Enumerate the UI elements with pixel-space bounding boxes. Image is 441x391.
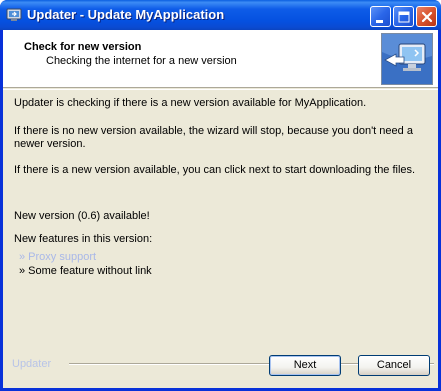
new-version-label: New version (0.6) available! xyxy=(14,210,150,222)
next-button[interactable]: Next xyxy=(269,355,341,376)
close-button[interactable] xyxy=(416,6,437,27)
maximize-button[interactable] xyxy=(393,6,414,27)
header-title: Check for new version xyxy=(24,41,142,53)
intro-paragraph: Updater is checking if there is a new ve… xyxy=(14,97,367,109)
monitor-arrow-icon xyxy=(381,33,433,85)
cancel-button[interactable]: Cancel xyxy=(358,355,430,376)
title-bar[interactable]: Updater - Update MyApplication xyxy=(0,0,441,30)
feature-item: » Some feature without link xyxy=(19,265,152,277)
header-subtitle: Checking the internet for a new version xyxy=(46,55,237,67)
header-separator xyxy=(3,89,438,90)
footer-brand-label: Updater xyxy=(12,358,52,370)
minimize-button[interactable] xyxy=(370,6,391,27)
update-available-paragraph: If there is a new version available, you… xyxy=(14,164,416,176)
close-icon xyxy=(421,11,433,23)
updater-window: Updater - Update MyApplication Check for… xyxy=(0,0,441,391)
minimize-icon xyxy=(376,20,383,23)
wizard-header: Check for new version Checking the inter… xyxy=(3,30,438,88)
updater-app-icon[interactable] xyxy=(6,7,22,23)
maximize-icon xyxy=(398,11,410,23)
feature-link-proxy-support[interactable]: » Proxy support xyxy=(19,251,96,263)
window-title: Updater - Update MyApplication xyxy=(27,7,225,22)
features-heading: New features in this version: xyxy=(14,233,153,245)
no-update-paragraph: If there is no new version available, th… xyxy=(14,125,413,150)
wizard-client-area: Check for new version Checking the inter… xyxy=(3,30,438,388)
window-frame-left xyxy=(0,30,3,391)
